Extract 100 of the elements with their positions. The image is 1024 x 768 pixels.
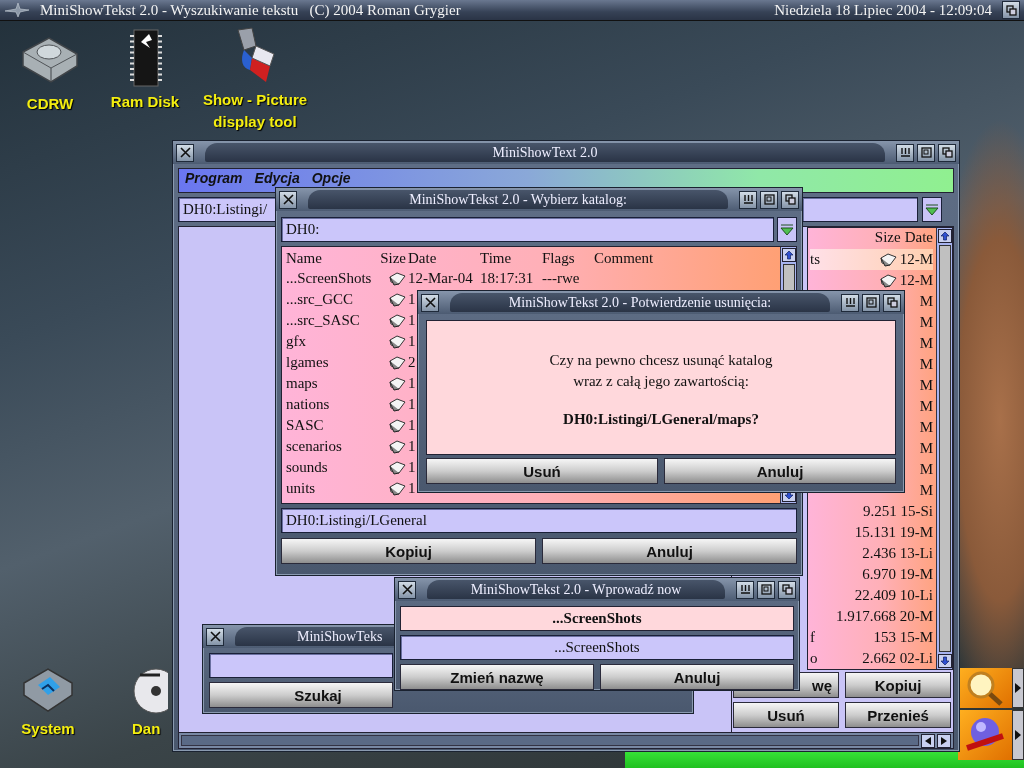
iconify-button[interactable] [736, 580, 754, 599]
icon-label[interactable]: System [21, 718, 75, 740]
folder-icon [389, 418, 406, 433]
action-button[interactable]: Zmień nazwę [400, 664, 594, 690]
folder-icon [389, 439, 406, 454]
iconify-button[interactable] [739, 190, 757, 209]
column-header[interactable]: Size [380, 249, 408, 267]
list-row[interactable]: nations 1 [286, 394, 416, 415]
list-row[interactable]: f 153 15-M [810, 627, 933, 648]
icon-label[interactable]: Show - Picture display tool [190, 89, 320, 133]
zoom-button[interactable] [917, 143, 935, 162]
column-header[interactable]: Date [904, 229, 933, 249]
depth-button[interactable] [781, 190, 799, 209]
file-name: SASC [286, 417, 324, 434]
depth-button[interactable] [1002, 1, 1020, 19]
list-row[interactable]: 12-M [876, 270, 933, 291]
window-title: MiniShowText 2.0 [205, 143, 885, 162]
file-name: ts [810, 251, 820, 268]
list-row[interactable]: o 2.662 02-Li [810, 648, 933, 669]
scroll-thumb[interactable] [181, 735, 919, 746]
arrow-button[interactable] [1012, 668, 1024, 708]
close-icon [424, 297, 436, 308]
list-row[interactable]: SASC 1 [286, 415, 416, 436]
dropdown-arrow-icon [780, 223, 794, 236]
volume-field[interactable]: DH0: [281, 217, 774, 242]
close-button[interactable] [176, 143, 194, 162]
depth-button[interactable] [938, 143, 956, 162]
close-button[interactable] [206, 627, 224, 646]
dropdown-arrow-icon [925, 203, 939, 216]
dropdown-button[interactable] [922, 197, 942, 222]
arrow-icon [1015, 730, 1021, 740]
scroll-thumb[interactable] [938, 245, 951, 652]
path-field[interactable]: DH0:Listingi/ [178, 197, 276, 222]
column-header[interactable]: Flags [542, 249, 575, 267]
zoom-button[interactable] [760, 190, 778, 209]
emblem-icon [4, 2, 30, 18]
dropdown-button[interactable] [777, 217, 797, 242]
action-button[interactable]: Kopiuj [845, 672, 951, 698]
close-button[interactable] [421, 293, 439, 312]
list-row[interactable]: sounds 1 [286, 457, 416, 478]
path-field[interactable]: DH0:Listingi/LGeneral [281, 508, 797, 533]
action-button[interactable]: Kopiuj [281, 538, 536, 564]
scroll-left-button[interactable] [921, 733, 935, 748]
action-button[interactable]: Przenieś [845, 702, 951, 728]
close-button[interactable] [398, 580, 416, 599]
new-name-field[interactable]: ...ScreenShots [400, 635, 794, 660]
action-button[interactable]: Anuluj [542, 538, 797, 564]
list-row[interactable]: lgames 2 [286, 352, 416, 373]
folder-icon [389, 460, 406, 475]
depth-button[interactable] [778, 580, 796, 599]
list-row[interactable]: scenarios 1 [286, 436, 416, 457]
dock-tile[interactable] [958, 710, 1012, 760]
list-row[interactable]: maps 1 [286, 373, 416, 394]
zoom-button[interactable] [862, 293, 880, 312]
scroll-bar[interactable] [178, 732, 954, 749]
icon-label[interactable]: CDRW [26, 93, 74, 115]
scroll-right-button[interactable] [937, 733, 951, 748]
zoom-icon [865, 297, 877, 308]
dock-tile[interactable] [958, 668, 1012, 708]
list-row[interactable]: ...ScreenShots 12-Mar-04 18:17:31 ---rwe [286, 268, 580, 289]
menu-item[interactable]: Edycja [254, 170, 300, 186]
close-icon [401, 584, 413, 595]
file-name: maps [286, 375, 318, 392]
scroll-up-button[interactable] [781, 248, 796, 262]
file-name: lgames [286, 354, 329, 371]
file-date: 12-Mar-04 [408, 270, 473, 287]
scroll-bar[interactable] [936, 228, 952, 669]
scroll-down-button[interactable] [937, 654, 952, 668]
list-row[interactable]: ...src_SASC 1 [286, 310, 416, 331]
action-button[interactable]: Anuluj [600, 664, 794, 690]
column-header[interactable]: Size [874, 229, 901, 249]
list-row[interactable]: gfx 1 [286, 331, 416, 352]
action-button[interactable]: Anuluj [664, 458, 896, 484]
drive-icon[interactable] [20, 665, 76, 715]
menu-item[interactable]: Program [185, 170, 243, 186]
list-row[interactable]: ...src_GCC 1 [286, 289, 416, 310]
arrow-button[interactable] [1012, 710, 1024, 760]
up-arrow-icon [783, 250, 794, 260]
close-icon [209, 631, 221, 642]
depth-button[interactable] [883, 293, 901, 312]
action-button[interactable]: Usuń [426, 458, 658, 484]
close-button[interactable] [279, 190, 297, 209]
column-header[interactable]: Name [286, 249, 322, 267]
iconify-button[interactable] [896, 143, 914, 162]
icon-label[interactable]: Ram Disk [110, 91, 180, 113]
zoom-icon [920, 147, 932, 158]
column-header[interactable]: Date [408, 249, 437, 267]
icon-label[interactable]: Dan [132, 718, 161, 740]
search-button[interactable]: Szukaj [209, 682, 393, 708]
column-header[interactable]: Time [480, 249, 512, 267]
list-row[interactable]: ts 12-M [810, 249, 933, 270]
search-field[interactable] [209, 653, 393, 678]
column-header[interactable]: Comment [594, 249, 654, 267]
action-button[interactable]: Usuń [733, 702, 839, 728]
old-name: ...ScreenShots [400, 606, 794, 631]
menu-item[interactable]: Opcje [311, 170, 351, 186]
scroll-up-button[interactable] [937, 229, 952, 243]
zoom-button[interactable] [757, 580, 775, 599]
iconify-button[interactable] [841, 293, 859, 312]
list-row[interactable]: units 1 [286, 478, 416, 499]
